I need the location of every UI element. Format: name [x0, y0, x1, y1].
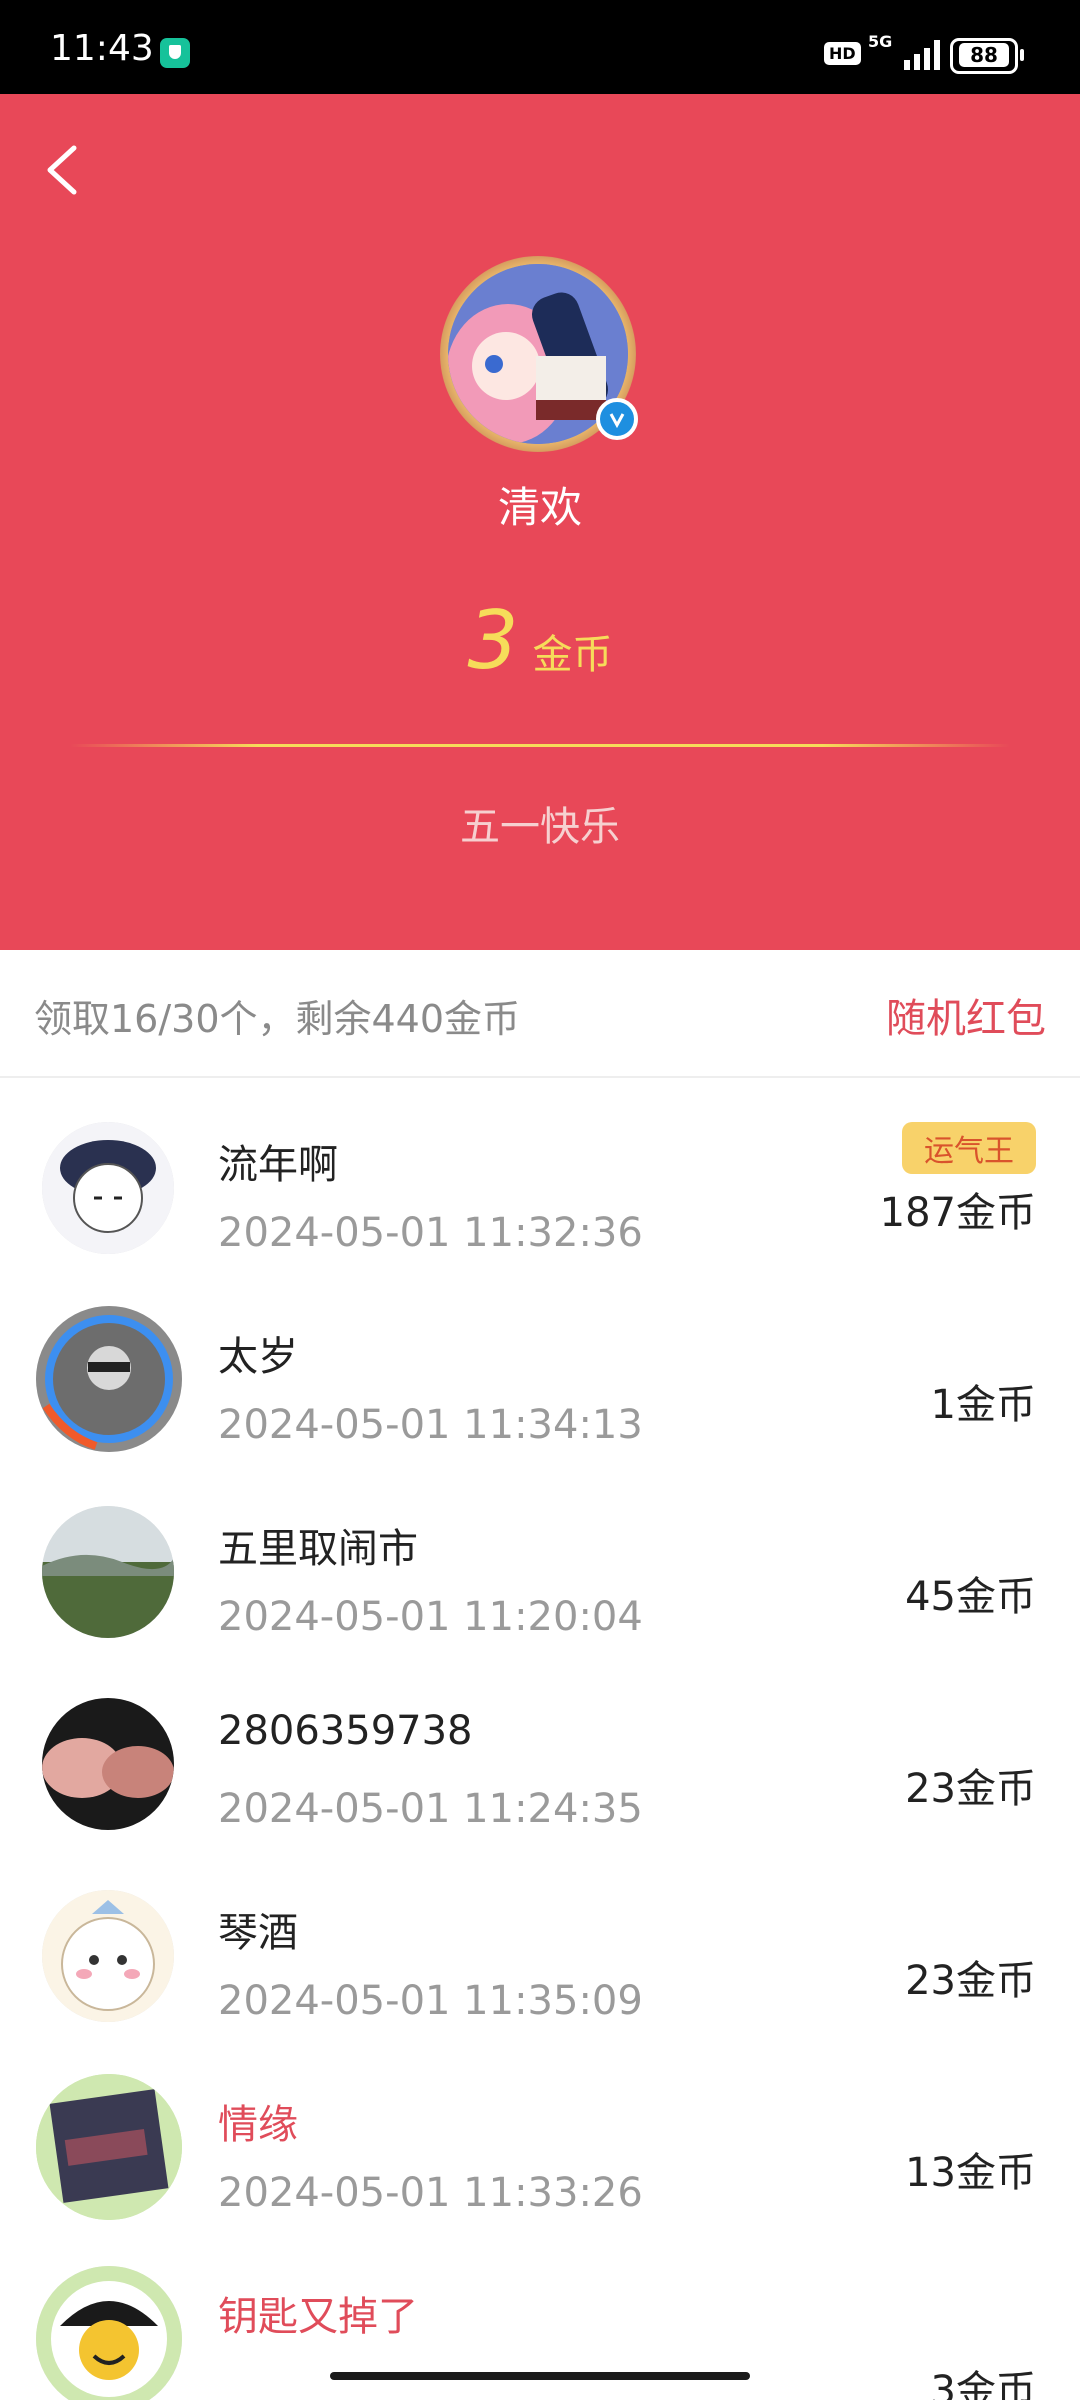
receiver-name: 五里取闹市	[218, 1526, 418, 1572]
sender-name: 清欢	[497, 483, 582, 532]
receive-amount: 3金币	[930, 2368, 1036, 2400]
status-bar: 11:43 HD 5G 88	[0, 0, 1080, 94]
list-item[interactable]: 琴酒 2024-05-01 11:35:09 23金币	[0, 1846, 1080, 2038]
receive-time: 2024-05-01 11:32:36	[218, 1210, 643, 1256]
receive-amount: 23金币	[905, 1958, 1036, 2004]
amount-value: 3	[467, 594, 519, 687]
claim-summary: 领取16/30个，剩余440金币 随机红包	[0, 950, 1080, 1078]
receive-amount: 45金币	[905, 1574, 1036, 1620]
received-amount: 3 金币	[0, 594, 1080, 687]
avatar[interactable]	[36, 2266, 182, 2400]
list-item[interactable]: 2806359738 2024-05-01 11:24:35 23金币	[0, 1654, 1080, 1846]
receiver-name: 太岁	[218, 1334, 298, 1380]
receive-time: 2024-05-01 11:33:26	[218, 2170, 643, 2216]
receiver-name: 钥匙又掉了	[218, 2294, 418, 2340]
avatar[interactable]	[42, 1698, 174, 1830]
receive-time: 2024-05-01 11:35:09	[218, 1978, 643, 2024]
avatar[interactable]	[42, 1890, 174, 2022]
luckiest-badge: 运气王	[902, 1122, 1036, 1174]
chevron-left-icon	[47, 145, 77, 195]
receive-time: 2024-05-01 11:20:04	[218, 1594, 643, 1640]
verified-icon	[596, 398, 638, 440]
back-button[interactable]	[36, 118, 96, 218]
receiver-name: 2806359738	[218, 1708, 473, 1754]
network-type: 5G	[868, 32, 893, 51]
shield-icon	[160, 38, 190, 68]
battery-level: 88	[959, 43, 1009, 67]
gold-divider	[70, 744, 1010, 747]
avatar[interactable]	[36, 2074, 182, 2220]
greeting-message: 五一快乐	[460, 804, 620, 850]
receive-amount: 23金币	[905, 1766, 1036, 1812]
receiver-name: 情缘	[218, 2102, 298, 2148]
receive-amount: 1金币	[930, 1382, 1036, 1428]
hd-icon: HD	[824, 42, 861, 65]
claim-summary-text: 领取16/30个，剩余440金币	[34, 997, 521, 1041]
avatar[interactable]	[42, 1122, 174, 1254]
receive-time: 2024-05-01 11:34:13	[218, 1402, 643, 1448]
battery-icon: 88	[950, 38, 1024, 74]
home-indicator[interactable]	[330, 2372, 750, 2380]
list-item[interactable]: 流年啊 2024-05-01 11:32:36 运气王 187金币	[0, 1078, 1080, 1270]
avatar[interactable]	[42, 1506, 174, 1638]
avatar[interactable]	[36, 1306, 182, 1452]
receive-amount: 187金币	[879, 1190, 1036, 1236]
receiver-name: 琴酒	[218, 1910, 298, 1956]
list-item[interactable]: 五里取闹市 2024-05-01 11:20:04 45金币	[0, 1462, 1080, 1654]
receive-amount: 13金币	[905, 2150, 1036, 2196]
list-item[interactable]: 太岁 2024-05-01 11:34:13 1金币	[0, 1270, 1080, 1462]
receiver-name: 流年啊	[218, 1142, 338, 1188]
amount-unit: 金币	[532, 632, 613, 678]
status-time: 11:43	[50, 28, 154, 69]
receive-time: 2024-05-01 11:24:35	[218, 1786, 643, 1832]
red-packet-type: 随机红包	[886, 996, 1046, 1042]
list-item[interactable]: 情缘 2024-05-01 11:33:26 13金币	[0, 2038, 1080, 2230]
red-packet-header: 清欢 3 金币 五一快乐	[0, 94, 1080, 950]
